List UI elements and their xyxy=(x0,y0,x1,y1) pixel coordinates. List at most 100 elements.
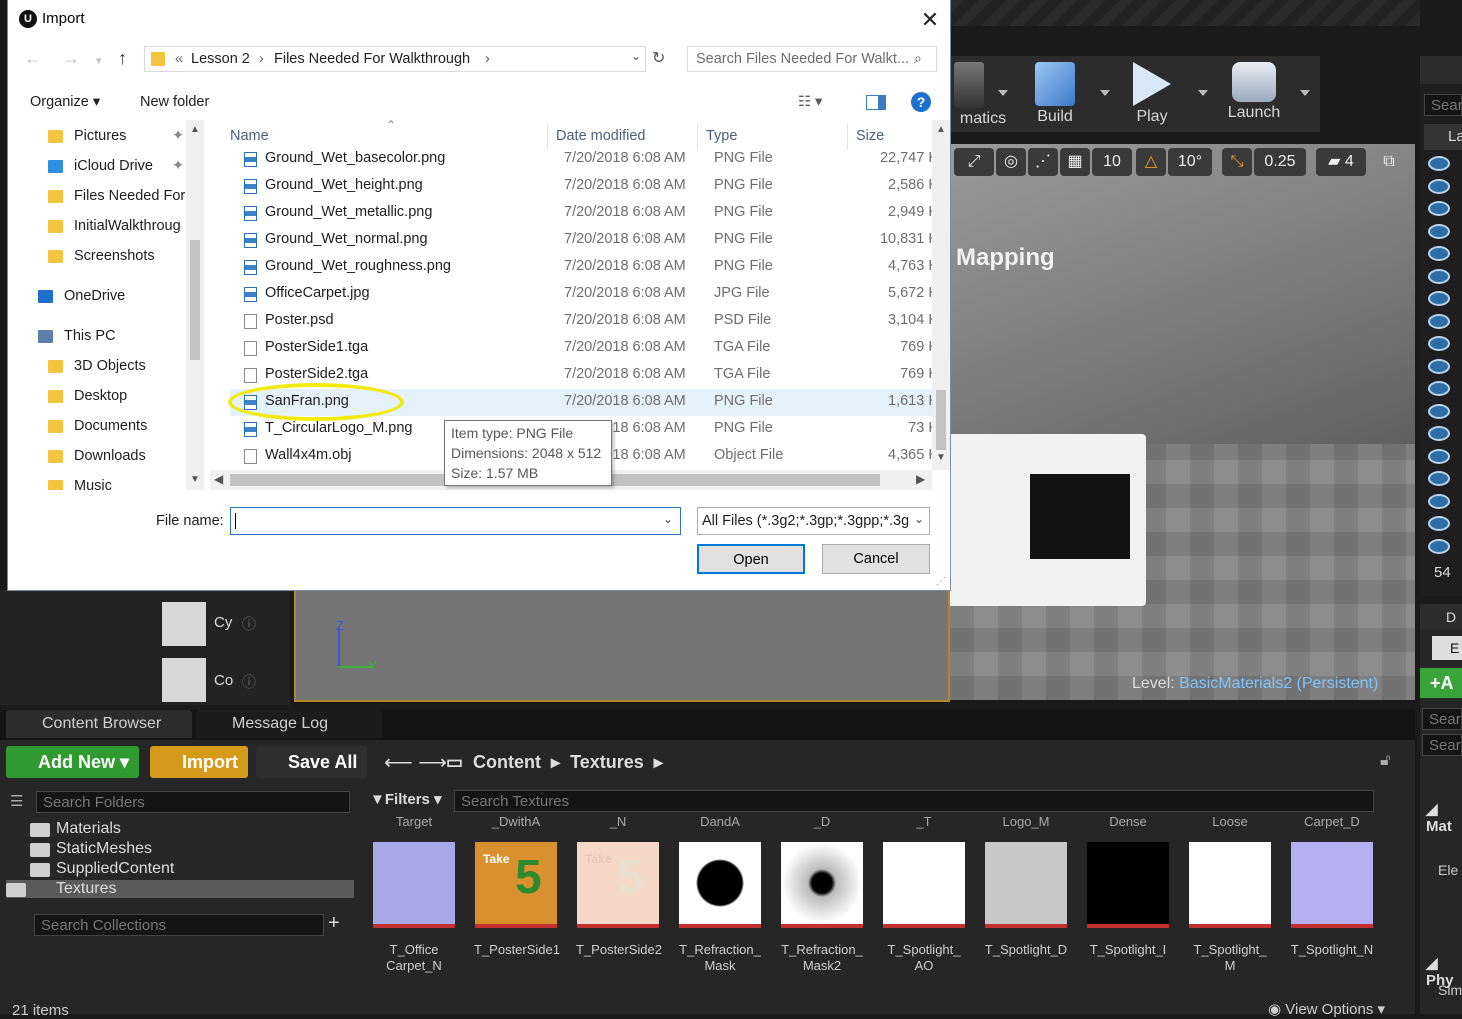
texture-asset[interactable]: T_Spotlight_ AO xyxy=(882,842,966,974)
eye-icon[interactable] xyxy=(1428,223,1450,239)
refresh-icon[interactable]: ↻ xyxy=(652,48,665,68)
view-options-button[interactable]: ◉ View Options ▾ xyxy=(1268,1000,1385,1018)
search-folders-input[interactable]: Search Folders xyxy=(36,791,350,813)
search-textures-input[interactable]: Search Textures xyxy=(454,790,1374,812)
up-icon[interactable]: ↑ xyxy=(118,48,127,69)
outliner-tab[interactable] xyxy=(1420,56,1462,84)
texture-asset[interactable]: T_Refraction_ Mask xyxy=(678,842,762,974)
chevron-down-icon[interactable]: ⌄ xyxy=(631,49,641,63)
materials-section[interactable]: ◢ Mat xyxy=(1426,800,1462,835)
level-viewport[interactable] xyxy=(950,144,1415,700)
help-icon[interactable]: ? xyxy=(911,92,931,112)
play-button[interactable]: Play xyxy=(1122,56,1208,132)
add-component-button[interactable]: +A xyxy=(1420,668,1462,698)
file-row[interactable]: Ground_Wet_normal.png 7/20/2018 6:08 AM PN… xyxy=(230,227,932,254)
column-name[interactable]: Name xyxy=(230,128,269,144)
breadcrumb-files-needed[interactable]: Files Needed For Walkthrough xyxy=(274,51,470,67)
file-row[interactable]: PosterSide1.tga 7/20/2018 6:08 AM TGA File… xyxy=(230,335,932,362)
outliner-search[interactable]: Sear xyxy=(1424,94,1462,116)
eye-icon[interactable] xyxy=(1428,268,1450,284)
launch-button[interactable]: Launch xyxy=(1218,56,1310,132)
tab-content-browser[interactable]: Content Browser xyxy=(6,710,192,738)
column-size[interactable]: Size xyxy=(856,128,884,144)
texture-asset[interactable]: T_Spotlight_ M xyxy=(1188,842,1272,974)
pin-icon[interactable]: ✦ xyxy=(172,158,184,174)
column-type[interactable]: Type xyxy=(706,128,737,144)
add-new-button[interactable]: Add New ▾ xyxy=(6,746,140,778)
import-button[interactable]: Import xyxy=(150,746,248,778)
globe-icon[interactable]: ◎ xyxy=(996,148,1026,176)
details-search-2[interactable]: Sear xyxy=(1422,734,1462,756)
search-collections-input[interactable]: Search Collections xyxy=(34,914,324,936)
eye-icon[interactable] xyxy=(1428,313,1450,329)
file-list-scrollbar[interactable]: ▲ ▼ xyxy=(932,120,950,470)
column-date[interactable]: Date modified xyxy=(556,128,645,144)
eye-icon[interactable] xyxy=(1428,448,1450,464)
search-input[interactable]: Search Files Needed For Walkt... ⌕ xyxy=(687,46,937,72)
file-row[interactable]: OfficeCarpet.jpg 7/20/2018 6:08 AM JPG Fil… xyxy=(230,281,932,308)
folder-materials[interactable]: Materials xyxy=(30,820,121,838)
breadcrumb-lesson-2[interactable]: Lesson 2 xyxy=(191,51,250,67)
texture-asset[interactable]: T_Spotlight_N xyxy=(1290,842,1374,958)
open-button[interactable]: Open xyxy=(697,544,805,574)
texture-asset[interactable]: T_Office Carpet_N xyxy=(372,842,456,974)
forward-icon[interactable]: → xyxy=(62,48,80,69)
navigation-scrollbar[interactable]: ▲ ▼ xyxy=(186,120,204,490)
eye-icon[interactable] xyxy=(1428,156,1450,171)
eye-icon[interactable] xyxy=(1428,178,1450,194)
texture-asset[interactable]: T_Refraction_ Mask2 xyxy=(780,842,864,974)
scale-size[interactable]: 0.25 xyxy=(1254,148,1306,176)
address-bar[interactable]: « Lesson 2 › Files Needed For Walkthroug… xyxy=(144,46,646,72)
file-name-input[interactable]: ⌄ xyxy=(230,507,681,535)
file-row[interactable]: Ground_Wet_metallic.png 7/20/2018 6:08 AM… xyxy=(230,200,932,227)
eye-icon[interactable] xyxy=(1428,471,1450,486)
help-icon[interactable]: ⓘ xyxy=(242,672,256,692)
file-row[interactable]: Ground_Wet_roughness.png 7/20/2018 6:08 A… xyxy=(230,254,932,281)
back-forward-icon[interactable]: ⟵ ⟶ xyxy=(384,750,447,775)
save-all-button[interactable]: Save All xyxy=(256,746,368,778)
organize-button[interactable]: Organize ▾ xyxy=(30,94,100,110)
resize-grip-icon[interactable]: ⋰ xyxy=(936,576,946,587)
view-options-icon[interactable]: ☷ ▾ xyxy=(798,94,822,110)
tab-message-log[interactable]: Message Log xyxy=(196,710,382,738)
eye-icon[interactable] xyxy=(1428,358,1450,374)
recent-locations-icon[interactable]: ▾ xyxy=(96,54,102,67)
texture-asset[interactable]: T_Spotlight_D xyxy=(984,842,1068,958)
eye-icon[interactable] xyxy=(1428,336,1450,351)
lock-icon[interactable]: 🔓︎ xyxy=(1380,752,1390,770)
chevron-down-icon[interactable]: ⌄ xyxy=(663,512,673,526)
rotation-size[interactable]: 10° xyxy=(1168,148,1212,176)
grid-size[interactable]: 10 xyxy=(1092,148,1132,176)
eye-icon[interactable] xyxy=(1428,291,1450,306)
texture-asset[interactable]: Take 5 T_PosterSide1 xyxy=(474,842,560,958)
breadcrumb-textures[interactable]: Textures xyxy=(570,752,644,772)
tree-toggle-icon[interactable]: ☰ xyxy=(10,792,23,810)
filters-button[interactable]: ▼Filters ▾ xyxy=(370,790,442,808)
cancel-button[interactable]: Cancel xyxy=(822,544,930,574)
pin-icon[interactable]: ✦ xyxy=(172,128,184,144)
file-row[interactable]: Poster.psd 7/20/2018 6:08 AM PSD File 3,104… xyxy=(230,308,932,335)
rotation-snap-icon[interactable]: △ xyxy=(1136,148,1166,176)
help-icon[interactable]: ⓘ xyxy=(242,614,256,634)
cinematics-button[interactable]: matics xyxy=(950,56,1016,132)
move-icon[interactable]: ⤢ xyxy=(954,148,994,176)
details-search[interactable]: Sear xyxy=(1422,708,1462,730)
eye-icon[interactable] xyxy=(1428,246,1450,261)
grid-snap-icon[interactable]: ▦ xyxy=(1060,148,1090,176)
breadcrumb-content[interactable]: Content xyxy=(473,752,541,772)
eye-icon[interactable] xyxy=(1428,426,1450,441)
eye-icon[interactable] xyxy=(1428,381,1450,396)
surface-snap-icon[interactable]: ⋰ xyxy=(1028,148,1058,176)
cone-icon[interactable] xyxy=(162,658,206,702)
eye-icon[interactable] xyxy=(1428,403,1450,419)
file-row[interactable]: Ground_Wet_basecolor.png 7/20/2018 6:08 A… xyxy=(230,146,932,173)
eye-icon[interactable] xyxy=(1428,516,1450,531)
new-folder-button[interactable]: New folder xyxy=(140,94,209,110)
file-type-select[interactable]: All Files (*.3g2;*.3gp;*.3gpp;*.3g ⌄ xyxy=(697,507,930,535)
eye-icon[interactable] xyxy=(1428,538,1450,554)
texture-asset[interactable]: Take 5 T_PosterSide2 xyxy=(576,842,662,958)
folder-suppliedcontent[interactable]: SuppliedContent xyxy=(30,860,174,878)
close-icon[interactable]: ✕ xyxy=(916,6,944,34)
scale-snap-icon[interactable]: ⤡ xyxy=(1222,148,1252,176)
texture-asset[interactable]: T_Spotlight_I xyxy=(1086,842,1170,958)
